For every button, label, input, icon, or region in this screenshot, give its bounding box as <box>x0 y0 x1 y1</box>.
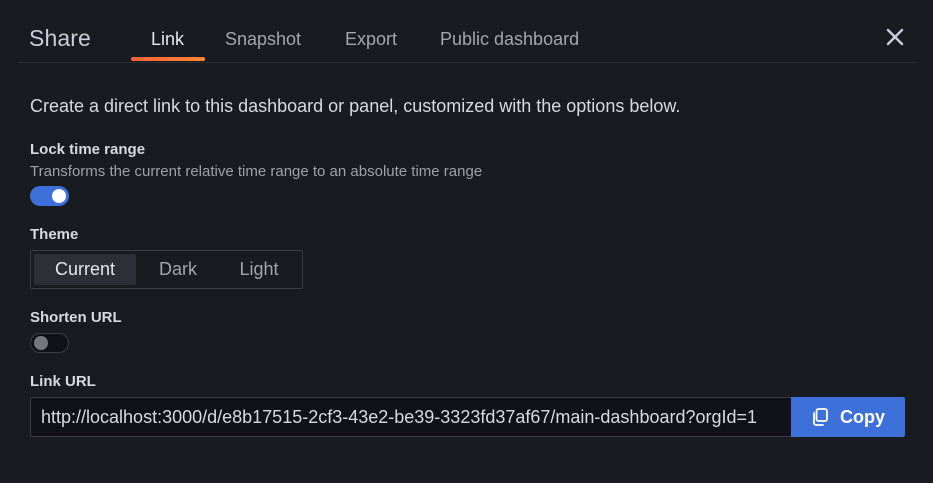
tab-export[interactable]: Export <box>345 29 397 50</box>
share-modal: Share Link Snapshot Export Public dashbo… <box>0 0 933 483</box>
link-url-input[interactable] <box>31 398 792 436</box>
tab-snapshot[interactable]: Snapshot <box>225 29 301 50</box>
copy-button[interactable]: Copy <box>791 397 905 437</box>
link-description: Create a direct link to this dashboard o… <box>30 96 681 116</box>
modal-title: Share <box>29 25 91 51</box>
close-icon[interactable] <box>884 26 906 48</box>
toggle-knob <box>34 336 48 350</box>
tab-link[interactable]: Link <box>151 29 184 50</box>
theme-option-light[interactable]: Light <box>218 254 300 285</box>
modal-header: Share Link Snapshot Export Public dashbo… <box>18 0 915 63</box>
tab-public-dashboard[interactable]: Public dashboard <box>440 29 579 50</box>
link-url-label: Link URL <box>30 373 96 390</box>
theme-label: Theme <box>30 226 79 243</box>
shorten-url-label: Shorten URL <box>30 309 122 326</box>
theme-option-current[interactable]: Current <box>34 254 136 285</box>
theme-radio-group: Current Dark Light <box>30 250 303 289</box>
lock-time-range-description: Transforms the current relative time ran… <box>30 163 483 180</box>
theme-option-dark[interactable]: Dark <box>138 254 218 285</box>
link-url-field <box>30 397 792 437</box>
lock-time-range-label: Lock time range <box>30 141 146 158</box>
lock-time-range-toggle[interactable] <box>30 186 69 206</box>
toggle-knob <box>52 189 66 203</box>
copy-icon <box>813 408 828 426</box>
shorten-url-toggle[interactable] <box>30 333 69 353</box>
copy-button-label: Copy <box>840 407 885 427</box>
active-tab-indicator <box>131 57 205 61</box>
